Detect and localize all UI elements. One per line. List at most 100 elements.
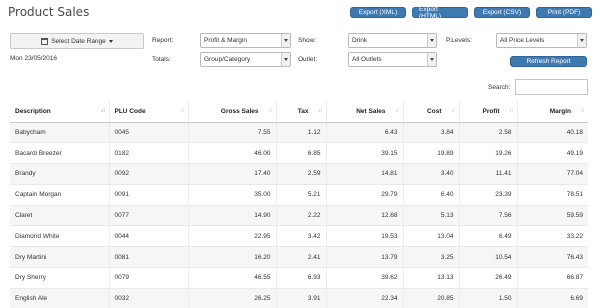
export-xml-button[interactable]: Export (XML) [350,7,406,18]
cell-margin: 40.18 [516,122,588,144]
table-row: Dry Sherry 0079 46.55 6.93 39.62 13.13 2… [10,267,588,289]
print-pdf-button[interactable]: Print (PDF) [536,7,592,18]
cell-gross-sales: 35.00 [187,184,276,206]
chevron-down-icon [427,53,436,66]
column-header-net-sales[interactable]: Net Sales ↓↑ [325,101,403,123]
column-header-cost[interactable]: Cost ↓↑ [402,101,459,123]
cell-margin: 76.43 [516,246,588,269]
calendar-icon [41,37,49,45]
cell-gross-sales: 22.95 [187,225,276,248]
cell-description: Bacardi Breezer [10,142,109,165]
column-header-label: Description [15,107,51,115]
refresh-report-button[interactable]: Refresh Report [510,56,587,67]
cell-profit: 26.49 [458,267,517,289]
product-sales-table: Description ↓↑ PLU Code ↓↑ Gross Sales ↓↑ T… [10,101,588,308]
cell-net-sales: 13.79 [325,246,403,269]
cell-tax: 1.12 [275,122,326,144]
column-header-plu-code[interactable]: PLU Code ↓↑ [108,101,188,123]
column-header-margin[interactable]: Margin ↓↑ [516,101,588,123]
chevron-down-icon [427,34,436,47]
export-toolbar: Export (XML) Export (HTML) Export (CSV) … [350,6,592,20]
table-row: Babycham 0045 7.55 1.12 6.43 3.84 2.58 4… [10,122,588,144]
sort-icon: ↓↑ [508,108,514,114]
cell-cost: 3.40 [402,163,459,185]
cell-margin: 33.22 [516,225,588,248]
cell-profit: 10.54 [458,246,517,269]
cell-gross-sales: 16.20 [187,246,276,269]
search-input[interactable] [515,79,588,95]
sort-icon: ↓↑ [450,108,456,114]
column-header-profit[interactable]: Profit ↓↑ [458,101,517,123]
cell-cost: 13.04 [402,225,459,248]
cell-description: Claret [10,205,109,227]
cell-tax: 2.22 [275,205,326,227]
table-header-row: Description ↓↑ PLU Code ↓↑ Gross Sales ↓↑ T… [10,101,588,123]
cell-gross-sales: 46.00 [187,142,276,165]
outlet-select[interactable]: All Outlets [348,52,437,67]
totals-select[interactable]: Group/Category [200,52,291,67]
export-html-button[interactable]: Export (HTML) [412,6,468,20]
cell-gross-sales: 17.40 [187,163,276,185]
cell-margin: 77.04 [516,163,588,185]
show-select[interactable]: Drink [348,33,437,48]
cell-plu-code: 0079 [108,267,188,289]
table-row: Claret 0077 14.90 2.22 12.68 5.13 7.56 5… [10,205,588,227]
price-levels-select-value: All Price Levels [500,37,545,44]
cell-cost: 19.89 [402,142,459,165]
cell-plu-code: 0081 [108,246,188,269]
column-header-label: Gross Sales [220,107,259,115]
sort-icon: ↓↑ [580,108,585,114]
table-row: Bacardi Breezer 0182 46.00 6.85 39.15 19… [10,142,588,165]
cell-plu-code: 0077 [108,205,188,227]
cell-net-sales: 14.81 [325,163,403,185]
table-row: English Ale 0032 26.25 3.91 22.34 20.85 … [10,288,588,308]
sort-icon: ↓↑ [179,108,185,114]
cell-profit: 23.39 [458,184,517,206]
cell-tax: 3.42 [275,225,326,248]
sort-icon: ↓↑ [317,108,323,114]
cell-margin: 49.19 [516,142,588,165]
table-row: Captain Morgan 0091 35.00 5.21 29.79 6.4… [10,184,588,206]
cell-plu-code: 0092 [108,163,188,185]
chevron-down-icon [577,34,586,47]
page-title: Product Sales [8,5,90,19]
cell-gross-sales: 46.55 [187,267,276,289]
cell-net-sales: 39.62 [325,267,403,289]
cell-margin: 78.51 [516,184,588,206]
cell-net-sales: 6.43 [325,122,403,144]
report-label: Report: [152,37,174,44]
cell-tax: 6.93 [275,267,326,289]
cell-net-sales: 22.34 [325,288,403,308]
column-header-description[interactable]: Description ↓↑ [10,101,109,123]
cell-description: Brandy [10,163,109,185]
cell-description: English Ale [10,288,109,308]
cell-description: Diamond White [10,225,109,248]
sort-icon: ↓↑ [394,108,400,114]
totals-select-value: Group/Category [204,56,251,63]
cell-gross-sales: 7.55 [187,122,276,144]
select-date-range-button[interactable]: Select Date Range [10,33,144,49]
cell-net-sales: 12.68 [325,205,403,227]
cell-profit: 2.58 [458,122,517,144]
cell-description: Dry Sherry [10,267,109,289]
cell-profit: 11.41 [458,163,517,185]
cell-description: Captain Morgan [10,184,109,206]
select-date-range-label: Select Date Range [51,37,106,45]
price-levels-select[interactable]: All Price Levels [496,33,587,48]
filter-panel: Select Date Range Mon 23/05/2016 Report:… [0,30,600,78]
column-header-tax[interactable]: Tax ↓↑ [275,101,326,123]
search-label: Search: [488,84,511,91]
caret-down-icon [108,39,113,43]
report-select-value: Profit & Margin [204,37,247,44]
column-header-gross-sales[interactable]: Gross Sales ↓↑ [187,101,276,123]
cell-gross-sales: 26.25 [187,288,276,308]
cell-plu-code: 0182 [108,142,188,165]
export-csv-button[interactable]: Export (CSV) [474,7,530,18]
price-levels-label: P.Levels: [446,37,472,44]
cell-plu-code: 0045 [108,122,188,144]
column-header-label: Profit [482,107,500,115]
cell-plu-code: 0032 [108,288,188,308]
cell-description: Dry Martini [10,246,109,269]
cell-margin: 66.87 [516,267,588,289]
report-select[interactable]: Profit & Margin [200,33,291,48]
